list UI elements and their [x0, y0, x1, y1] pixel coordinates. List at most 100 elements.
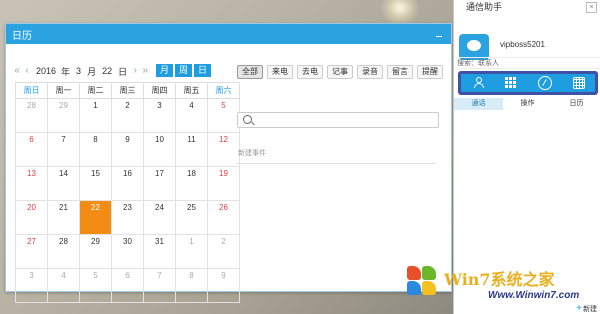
contacts-icon[interactable]	[472, 77, 484, 89]
day-cell[interactable]: 1	[79, 98, 112, 133]
view-week-button[interactable]: 周	[175, 64, 192, 77]
month-value[interactable]: 3	[76, 66, 81, 76]
assistant-tabs: 通话 操作 日历	[454, 98, 600, 110]
search-icon	[243, 115, 252, 124]
tab-calendar[interactable]: 日历	[552, 98, 600, 110]
day-cell[interactable]: 29	[79, 234, 112, 269]
minimize-button[interactable]	[433, 28, 445, 40]
weekday-label: 周二	[79, 82, 112, 99]
day-cell[interactable]: 30	[111, 234, 144, 269]
filter-outgoing-button[interactable]: 去电	[297, 65, 323, 79]
weekday-header: 周日 周一 周二 周三 周四 周五 周六	[15, 82, 240, 99]
filter-recording-button[interactable]: 录音	[357, 65, 383, 79]
new-button[interactable]: +新建	[576, 303, 600, 314]
calendar-window: 日历 « ‹ 2016 年 3 月 22 日 › » 月 周 日 周日 周一 周…	[5, 23, 452, 303]
day-cell[interactable]: 16	[111, 166, 144, 201]
weekday-label: 周一	[47, 82, 80, 99]
username: vipboss5201	[500, 40, 545, 49]
day-cell[interactable]: 6	[15, 132, 48, 167]
day-cell[interactable]: 28	[15, 98, 48, 133]
compass-icon[interactable]	[537, 76, 552, 90]
day-cell[interactable]: 13	[15, 166, 48, 201]
day-cell[interactable]: 27	[15, 234, 48, 269]
day-cell[interactable]: 10	[143, 132, 176, 167]
day-cell[interactable]: 5	[79, 268, 112, 303]
day-cell[interactable]: 12	[207, 132, 240, 167]
weekday-label: 周日	[15, 82, 48, 99]
assistant-title-bar: 通信助手 ×	[454, 0, 600, 14]
week-row: 6 7 8 9 10 11 12	[15, 132, 240, 167]
contact-search-input[interactable]: 搜索：联系人	[454, 57, 600, 69]
tab-actions[interactable]: 操作	[503, 98, 552, 110]
week-row: 13 14 15 16 17 18 19	[15, 166, 240, 201]
weekday-label: 周三	[111, 82, 144, 99]
day-unit: 日	[118, 66, 128, 77]
day-cell[interactable]: 7	[143, 268, 176, 303]
day-cell[interactable]: 23	[111, 200, 144, 235]
view-month-button[interactable]: 月	[156, 64, 173, 77]
next-year-icon[interactable]: »	[140, 65, 150, 77]
day-cell[interactable]: 7	[47, 132, 80, 167]
month-unit: 月	[87, 66, 97, 77]
windows-logo	[405, 264, 437, 296]
day-cell[interactable]: 1	[175, 234, 208, 269]
filter-incoming-button[interactable]: 来电	[267, 65, 293, 79]
day-cell[interactable]: 9	[111, 132, 144, 167]
day-cell[interactable]: 11	[175, 132, 208, 167]
filter-reminder-button[interactable]: 提醒	[417, 65, 443, 79]
filter-notes-button[interactable]: 记事	[327, 65, 353, 79]
day-cell[interactable]: 8	[79, 132, 112, 167]
weekday-label: 周五	[175, 82, 208, 99]
day-cell[interactable]: 14	[47, 166, 80, 201]
watermark-url: Www.Winwin7.com	[488, 290, 580, 301]
month-grid: 周日 周一 周二 周三 周四 周五 周六 28 29 1 2 3 4 5 6 7	[15, 82, 240, 303]
watermark-brand: Win7系统之家	[444, 270, 555, 289]
assistant-toolbar	[458, 71, 598, 95]
day-cell[interactable]: 29	[47, 98, 80, 133]
day-cell[interactable]: 25	[175, 200, 208, 235]
day-cell[interactable]: 9	[207, 268, 240, 303]
filter-all-button[interactable]: 全部	[237, 65, 263, 79]
next-month-icon[interactable]: ›	[130, 65, 140, 77]
day-cell[interactable]: 15	[79, 166, 112, 201]
view-day-button[interactable]: 日	[194, 64, 211, 77]
day-cell[interactable]: 26	[207, 200, 240, 235]
day-cell[interactable]: 2	[111, 98, 144, 133]
assistant-footer: +新建	[454, 302, 600, 314]
view-switch: 月 周 日	[154, 64, 211, 77]
close-icon[interactable]: ×	[586, 2, 597, 13]
day-cell[interactable]: 2	[207, 234, 240, 269]
event-search-input[interactable]	[237, 112, 439, 128]
day-cell[interactable]: 28	[47, 234, 80, 269]
profile-area	[454, 14, 600, 60]
day-cell[interactable]: 21	[47, 200, 80, 235]
prev-year-icon[interactable]: «	[12, 65, 22, 77]
day-cell[interactable]: 20	[15, 200, 48, 235]
day-cell[interactable]: 18	[175, 166, 208, 201]
weekday-label: 周六	[207, 82, 240, 99]
day-cell[interactable]: 8	[175, 268, 208, 303]
selected-day-cell[interactable]: 22	[79, 200, 112, 235]
day-cell[interactable]: 3	[143, 98, 176, 133]
day-cell[interactable]: 3	[15, 268, 48, 303]
prev-month-icon[interactable]: ‹	[22, 65, 32, 77]
week-row: 3 4 5 6 7 8 9	[15, 268, 240, 303]
new-event-link[interactable]: 新建事件	[238, 148, 266, 158]
weekday-label: 周四	[143, 82, 176, 99]
day-cell[interactable]: 19	[207, 166, 240, 201]
divider	[237, 163, 437, 164]
day-cell[interactable]: 6	[111, 268, 144, 303]
calendar-icon[interactable]	[572, 77, 585, 89]
day-cell[interactable]: 4	[175, 98, 208, 133]
day-cell[interactable]: 31	[143, 234, 176, 269]
tab-calls[interactable]: 通话	[454, 98, 503, 110]
calendar-titlebar: 日历	[6, 24, 451, 44]
day-cell[interactable]: 5	[207, 98, 240, 133]
year-value[interactable]: 2016	[36, 66, 56, 76]
day-value[interactable]: 22	[102, 66, 112, 76]
day-cell[interactable]: 4	[47, 268, 80, 303]
day-cell[interactable]: 24	[143, 200, 176, 235]
day-cell[interactable]: 17	[143, 166, 176, 201]
apps-grid-icon[interactable]	[504, 77, 517, 89]
filter-voicemail-button[interactable]: 留言	[387, 65, 413, 79]
